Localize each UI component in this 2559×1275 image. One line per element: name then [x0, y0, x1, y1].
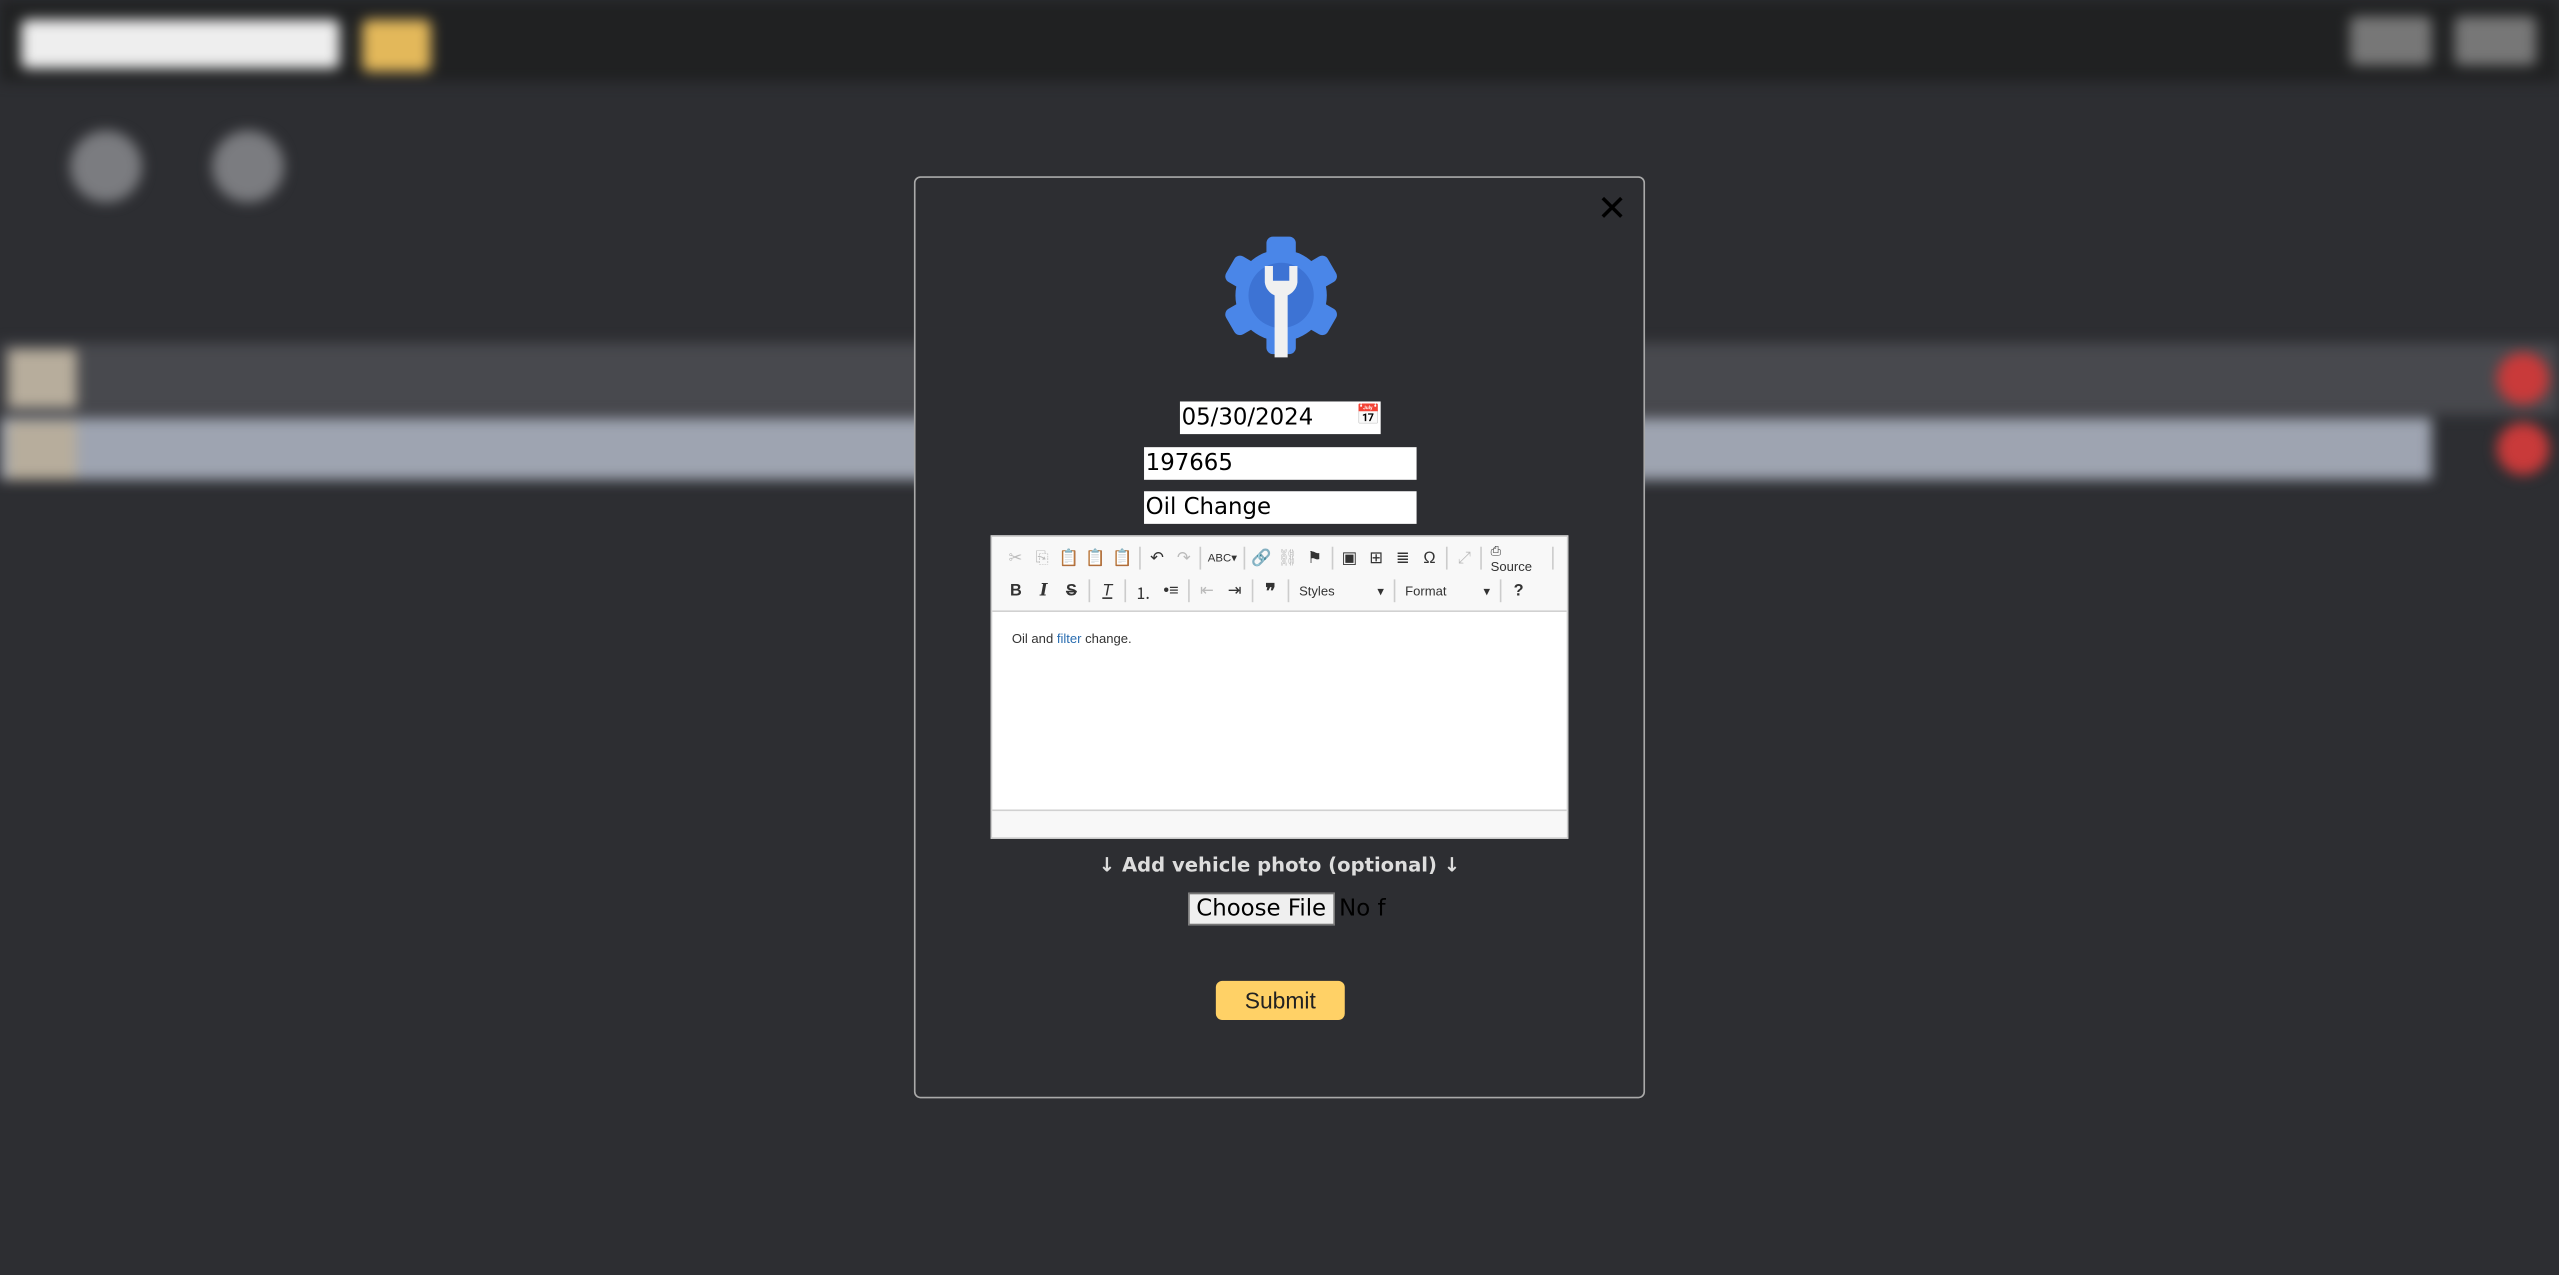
editor-resize-bar[interactable]	[992, 809, 1567, 838]
choose-file-button[interactable]: Choose File	[1188, 892, 1335, 926]
avatar	[212, 130, 284, 203]
blockquote-icon[interactable]: ❞	[1257, 579, 1285, 602]
header-button	[2350, 16, 2432, 66]
strikethrough-icon[interactable]: S	[1058, 582, 1086, 600]
wrench-gear-icon	[1225, 236, 1337, 358]
submit-button[interactable]: Submit	[1215, 980, 1345, 1020]
rich-text-editor: ✂ ⎘ 📋 📋 📋 ↶ ↷ ABC▾ 🔗 ⛓ ⚑ ▣ ⊞ ≣ Ω ⤢ ⎙ Sou…	[990, 535, 1569, 839]
editor-content[interactable]: Oil and filter change.	[992, 612, 1566, 666]
italic-icon[interactable]: I	[1030, 582, 1058, 600]
format-dropdown[interactable]: Format ▾	[1399, 583, 1497, 598]
styles-dropdown[interactable]: Styles ▾	[1293, 583, 1391, 598]
copy-icon[interactable]: ⎘	[1029, 549, 1056, 567]
anchor-flag-icon[interactable]: ⚑	[1301, 549, 1328, 567]
image-icon[interactable]: ▣	[1336, 549, 1363, 567]
avatar	[70, 130, 142, 203]
redo-icon[interactable]: ↷	[1170, 549, 1197, 567]
remove-format-icon[interactable]: T	[1093, 582, 1121, 600]
paste-text-icon[interactable]: 📋	[1082, 549, 1109, 567]
undo-icon[interactable]: ↶	[1144, 549, 1171, 567]
file-status: No f	[1339, 895, 1386, 923]
help-icon[interactable]: ?	[1505, 582, 1533, 600]
file-input[interactable]: Choose File No f	[1188, 892, 1386, 926]
paste-icon[interactable]: 📋	[1055, 549, 1082, 567]
indent-icon[interactable]: ⇥	[1221, 582, 1249, 600]
special-char-icon[interactable]: Ω	[1416, 549, 1443, 567]
delete-button	[2496, 422, 2550, 475]
table-icon[interactable]: ⊞	[1363, 549, 1390, 567]
link-icon[interactable]: 🔗	[1248, 549, 1275, 567]
outdent-icon[interactable]: ⇤	[1193, 582, 1221, 600]
source-button[interactable]: ⎙ Source	[1486, 543, 1549, 574]
spellcheck-icon[interactable]: ABC▾	[1205, 552, 1240, 564]
bulleted-list-icon[interactable]: •≡	[1157, 582, 1185, 600]
header-button	[2454, 16, 2537, 66]
service-modal: ✕ 📅 ✂ ⎘ 📋 📋 📋 ↶ ↷ ABC▾ 🔗 ⛓	[913, 176, 1646, 1099]
calendar-icon[interactable]: 📅	[1356, 403, 1380, 426]
service-input[interactable]	[1144, 491, 1417, 524]
paste-word-icon[interactable]: 📋	[1109, 549, 1136, 567]
editor-toolbar: ✂ ⎘ 📋 📋 📋 ↶ ↷ ABC▾ 🔗 ⛓ ⚑ ▣ ⊞ ≣ Ω ⤢ ⎙ Sou…	[992, 536, 1567, 612]
cut-icon[interactable]: ✂	[1002, 549, 1029, 567]
close-icon[interactable]: ✕	[1597, 188, 1627, 230]
horizontal-rule-icon[interactable]: ≣	[1389, 549, 1416, 567]
photo-label: ↓ Add vehicle photo (optional) ↓	[1098, 853, 1461, 877]
bold-icon[interactable]: B	[1002, 582, 1030, 600]
maximize-icon[interactable]: ⤢	[1451, 549, 1478, 567]
search-button	[362, 19, 431, 72]
date-input[interactable]	[1179, 401, 1381, 435]
search-input	[21, 19, 340, 69]
unlink-icon[interactable]: ⛓	[1275, 549, 1302, 567]
mileage-input[interactable]	[1144, 447, 1417, 480]
numbered-list-icon[interactable]: ⒈	[1129, 579, 1157, 603]
